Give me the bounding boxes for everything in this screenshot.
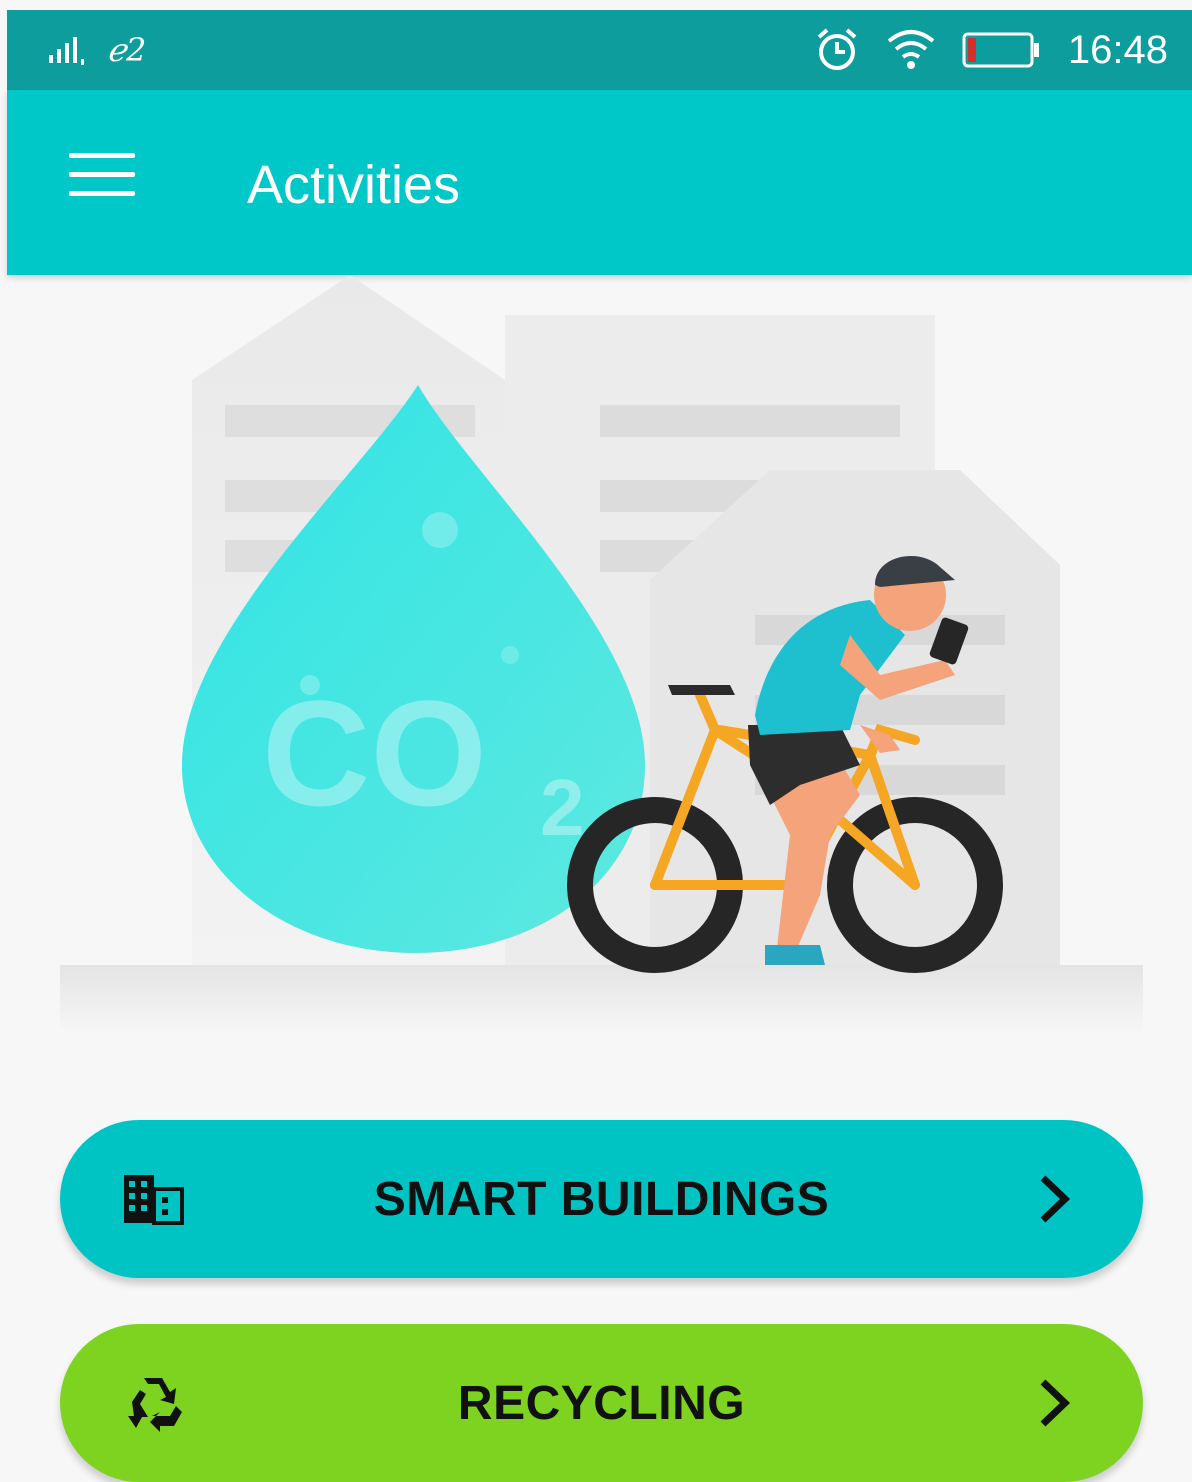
page-title: Activities (247, 155, 461, 215)
carrier-label: ℯ2 (107, 31, 147, 69)
clock: 16:48 (1067, 27, 1168, 72)
alarm-icon (817, 28, 857, 70)
building-icon (124, 1175, 184, 1225)
hamburger-menu-icon[interactable] (69, 153, 135, 199)
chevron-right-icon (1040, 1175, 1071, 1223)
smart-buildings-label: SMART BUILDINGS (373, 1172, 830, 1226)
co2-label: CO (262, 669, 487, 837)
recycling-button[interactable]: RECYCLING (60, 1324, 1143, 1482)
signal-icon (49, 37, 84, 65)
recycling-label: RECYCLING (457, 1376, 746, 1430)
smart-buildings-button[interactable]: SMART BUILDINGS (60, 1120, 1143, 1278)
wifi-icon (887, 30, 935, 69)
chevron-right-icon (1040, 1379, 1071, 1427)
status-bar: ℯ2 16:48 (7, 10, 1192, 90)
recycle-icon (128, 1378, 182, 1432)
battery-low-icon (962, 32, 1039, 68)
app-bar: Activities (7, 90, 1192, 275)
hero-illustration: CO 2 (0, 275, 1192, 1075)
co2-subscript: 2 (540, 763, 585, 852)
